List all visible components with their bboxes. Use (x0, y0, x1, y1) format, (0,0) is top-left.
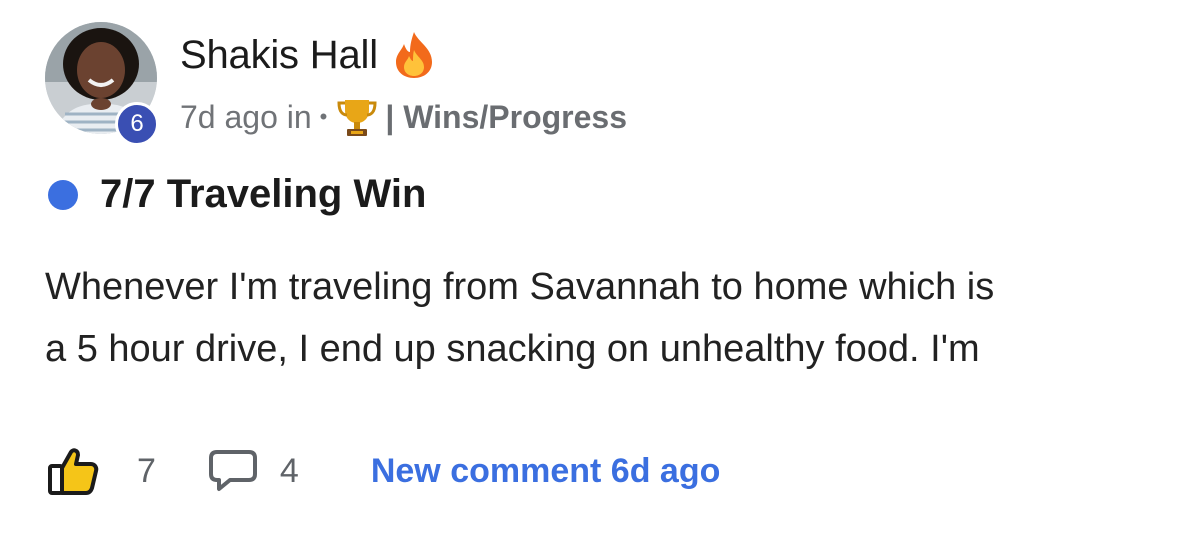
like-count: 7 (137, 451, 156, 490)
comment-button[interactable]: 4 (208, 448, 371, 494)
thumbs-up-icon[interactable] (47, 446, 99, 496)
post-title[interactable]: 7/7 Traveling Win (100, 172, 426, 217)
fire-icon (392, 30, 436, 80)
meta-separator: • (319, 104, 328, 129)
post-body-line: a 5 hour drive, I end up snacking on unh… (45, 328, 980, 370)
post-body-line: Whenever I'm traveling from Savannah to … (45, 266, 995, 308)
like-button[interactable]: 7 (47, 446, 208, 496)
post-actions: 7 4 New comment 6d ago (47, 446, 720, 496)
unread-indicator (48, 179, 78, 210)
post-body[interactable]: Whenever I'm traveling from Savannah to … (45, 256, 1165, 380)
post-time: 7d ago in (180, 98, 312, 135)
category-link[interactable]: | Wins/Progress (385, 99, 627, 136)
post-meta: 7d ago in • | Wins/Progress (180, 96, 627, 138)
comment-bubble-icon[interactable] (208, 448, 258, 494)
level-number: 6 (130, 110, 144, 137)
author-avatar-container[interactable]: 6 (45, 22, 159, 146)
new-comment-link[interactable]: New comment 6d ago (371, 452, 721, 491)
author-row: Shakis Hall (180, 30, 436, 80)
post-title-row[interactable]: 7/7 Traveling Win (48, 172, 426, 217)
author-name[interactable]: Shakis Hall (180, 33, 378, 78)
trophy-icon (337, 96, 377, 138)
community-post: 6 Shakis Hall 7d ago in • | Wins/Progres… (0, 0, 1200, 547)
comment-count: 4 (279, 451, 299, 490)
level-badge: 6 (115, 102, 159, 146)
